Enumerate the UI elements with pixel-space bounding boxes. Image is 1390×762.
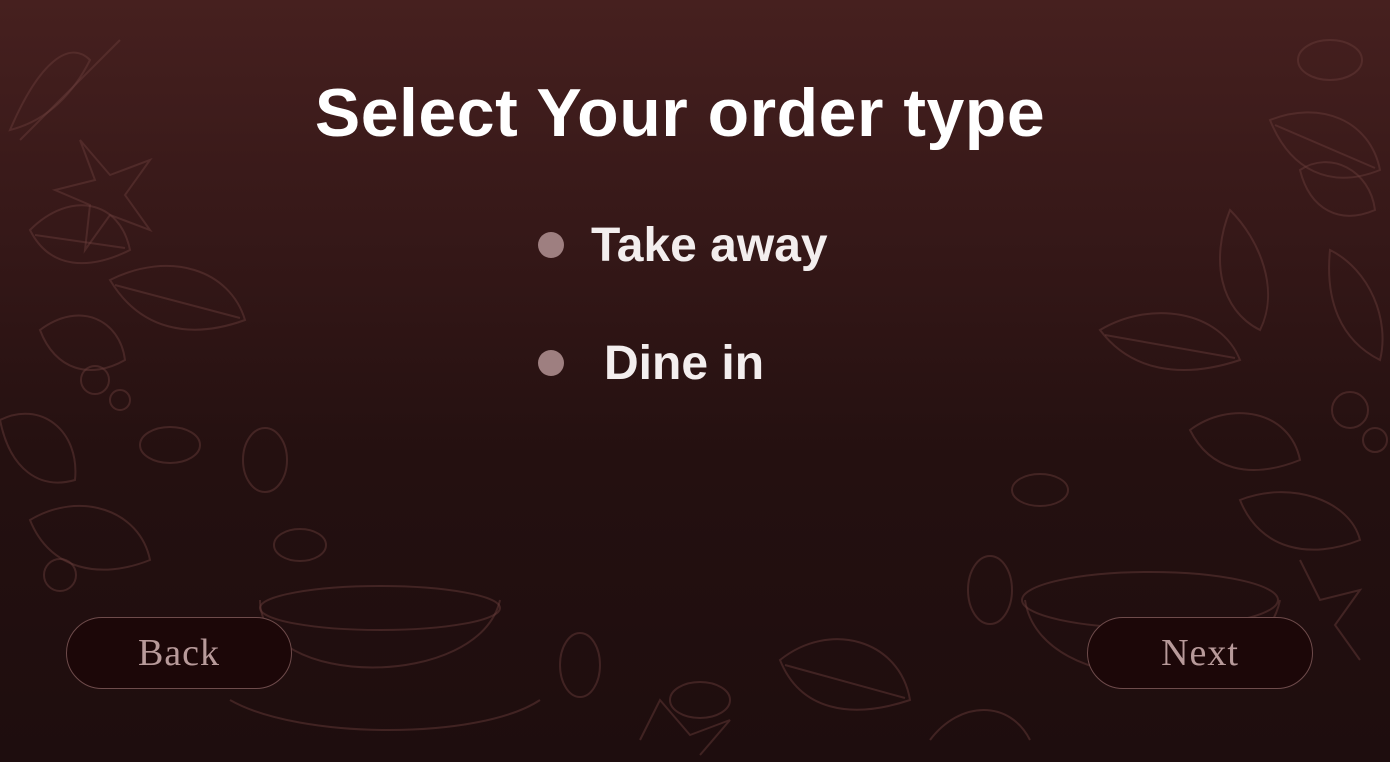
option-take-away[interactable]: Take away: [538, 215, 828, 275]
page-title: Select Your order type: [314, 75, 1046, 151]
option-label: Take away: [591, 218, 828, 272]
radio-dot-icon[interactable]: [538, 232, 564, 258]
option-dine-in[interactable]: Dine in: [538, 333, 764, 393]
option-label: Dine in: [604, 336, 765, 390]
next-button[interactable]: Next: [1087, 617, 1313, 689]
radio-dot-icon[interactable]: [538, 350, 564, 376]
back-button[interactable]: Back: [66, 617, 292, 689]
